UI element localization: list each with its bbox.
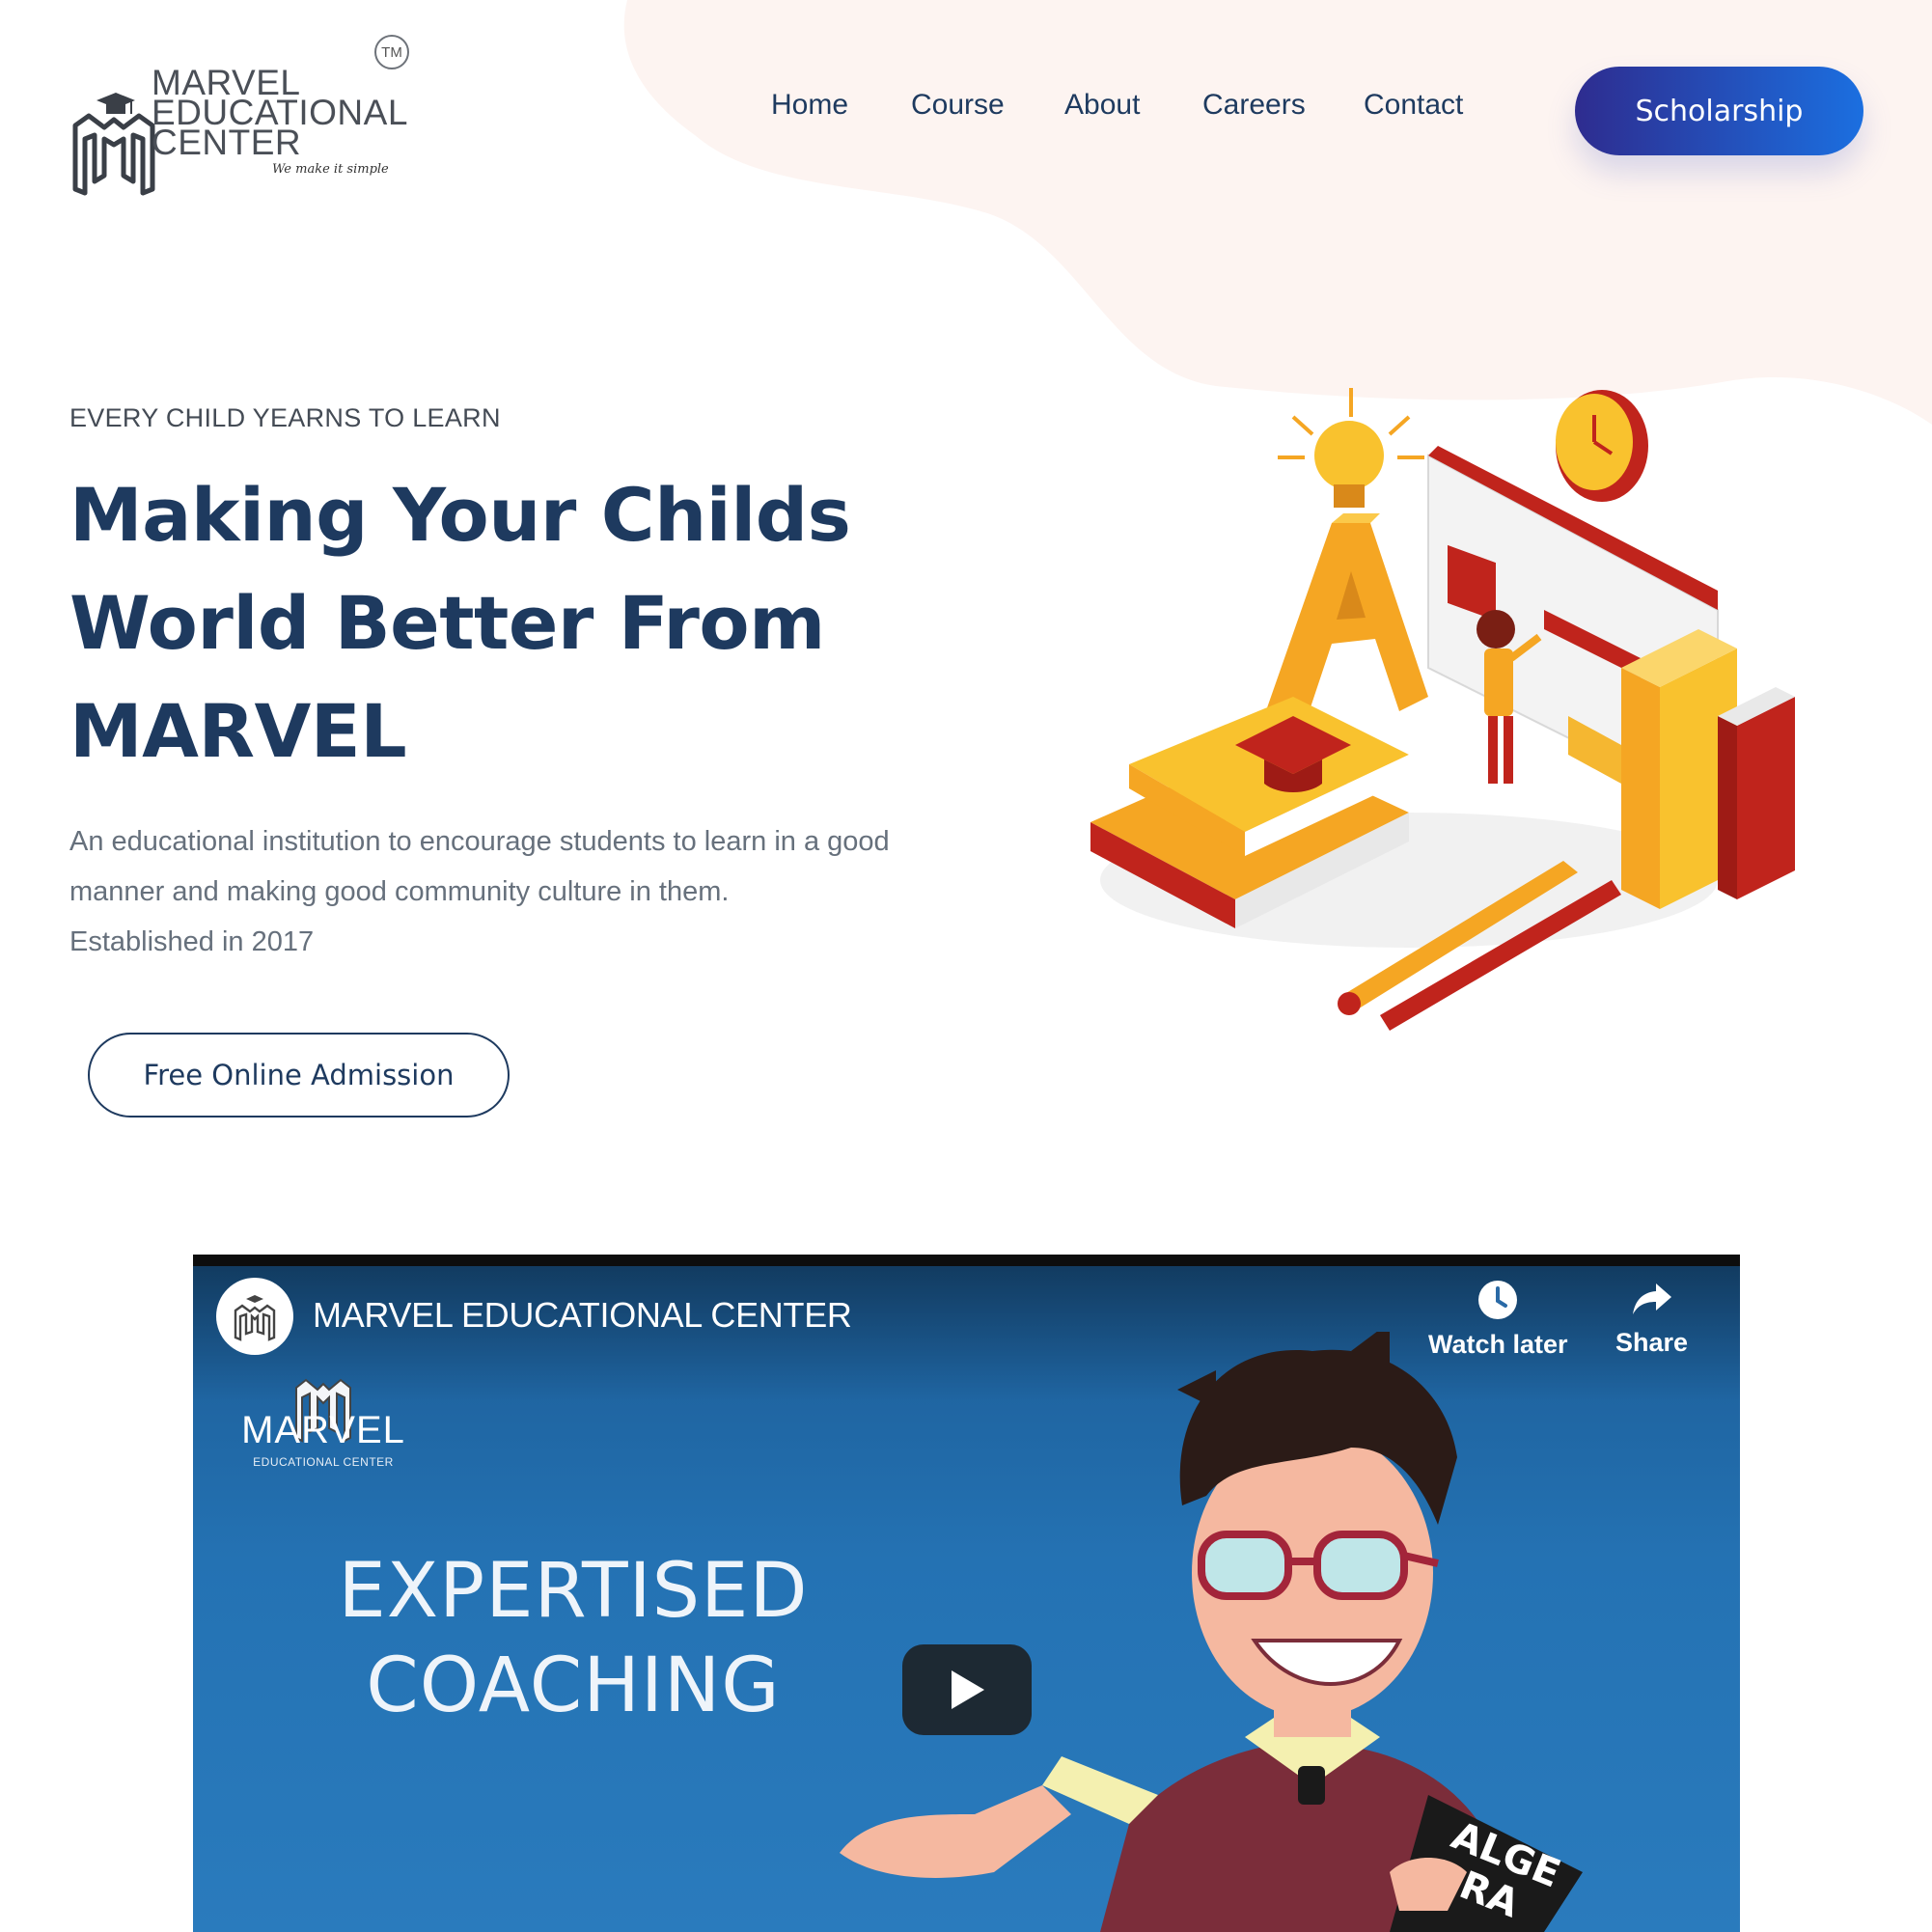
nav-careers[interactable]: Careers (1202, 89, 1306, 122)
lightbulb-icon (1278, 388, 1424, 508)
share-arrow-icon (1632, 1283, 1671, 1314)
clock-illustration (1556, 390, 1648, 502)
scholarship-button[interactable]: Scholarship (1575, 67, 1863, 155)
nav-about[interactable]: About (1064, 89, 1140, 122)
logo-wordmark: MARVEL EDUCATIONAL CENTER (152, 65, 408, 160)
hero-headline-line-1: Making Your Childs (69, 472, 851, 558)
video-headline-line-2: COACHING (366, 1642, 781, 1729)
nav-home[interactable]: Home (771, 89, 848, 122)
play-button[interactable] (902, 1644, 1032, 1735)
clock-icon (1478, 1281, 1518, 1319)
hero-established: Established in 2017 (69, 926, 315, 957)
brand-logo[interactable]: MARVEL EDUCATIONAL CENTER TM We make it … (68, 35, 415, 196)
play-icon (952, 1670, 984, 1709)
teacher-illustration: ALGE BRA (840, 1332, 1583, 1932)
video-logo-subtitle: EDUCATIONAL CENTER (253, 1455, 394, 1469)
trademark-badge: TM (374, 35, 409, 69)
education-illustration (1090, 388, 1795, 1031)
video-channel-title[interactable]: MARVEL EDUCATIONAL CENTER (313, 1295, 852, 1336)
hero-description: An educational institution to encourage … (69, 816, 1035, 967)
video-logo-word: MARVEL (241, 1409, 405, 1451)
hero-description-line-2: manner and making good community culture… (69, 876, 730, 907)
video-headline: EXPERTISED COACHING (322, 1544, 824, 1733)
page: MARVEL EDUCATIONAL CENTER TM We make it … (0, 0, 1932, 1932)
video-headline-line-1: EXPERTISED (338, 1548, 809, 1635)
hero-headline: Making Your Childs World Better From MAR… (69, 461, 996, 786)
nav-contact[interactable]: Contact (1364, 89, 1463, 122)
hero-headline-line-2: World Better From (69, 580, 825, 666)
free-admission-button[interactable]: Free Online Admission (88, 1033, 510, 1118)
logo-tagline: We make it simple (272, 162, 389, 177)
video-player[interactable]: MARVEL EDUCATIONAL CENTER Watch later Sh… (193, 1255, 1740, 1932)
hero-description-line-1: An educational institution to encourage … (69, 826, 890, 857)
nav-course[interactable]: Course (911, 89, 1005, 122)
hero-headline-line-3: MARVEL (69, 688, 407, 774)
marvel-logo-icon (72, 93, 155, 196)
hero-eyebrow: EVERY CHILD YEARNS TO LEARN (69, 403, 501, 432)
video-top-bar (193, 1255, 1740, 1266)
